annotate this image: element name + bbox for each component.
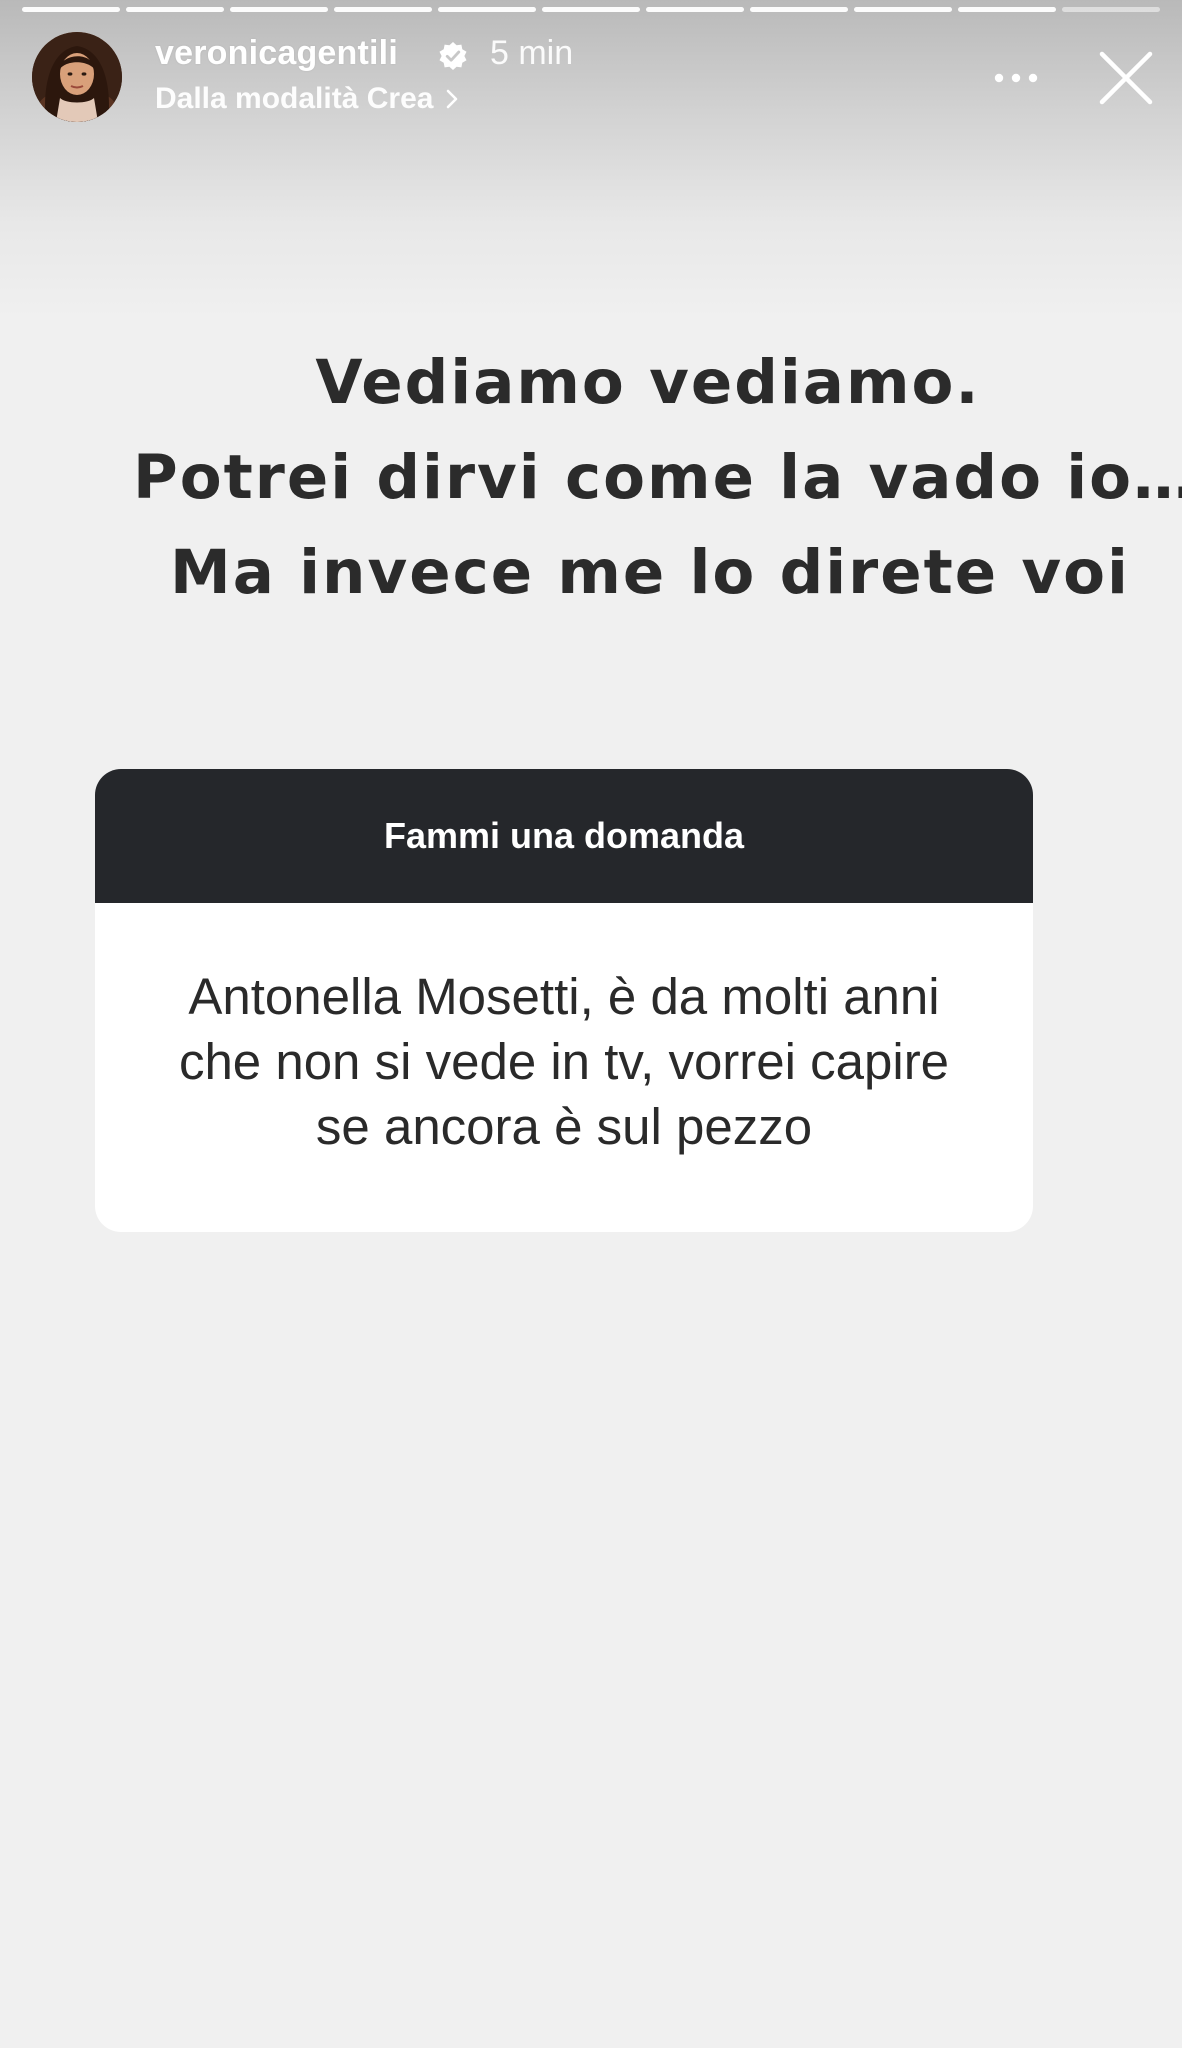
progress-segment <box>126 7 224 12</box>
answer-line: se ancora è sul pezzo <box>315 1098 813 1155</box>
answer-line: che non si vede in tv, vorrei capire <box>178 1033 950 1090</box>
progress-segment <box>958 7 1056 12</box>
close-button[interactable] <box>1096 48 1156 108</box>
avatar[interactable] <box>32 32 122 122</box>
question-sticker-body: Antonella Mosetti, è da molti anni che n… <box>95 903 1033 1232</box>
progress-segment <box>542 7 640 12</box>
question-sticker[interactable]: Fammi una domanda Antonella Mosetti, è d… <box>95 769 1033 1232</box>
progress-segment <box>22 7 120 12</box>
verified-badge-icon <box>439 42 467 70</box>
caption-line: Ma invece me lo direte voi <box>170 537 1130 608</box>
caption-line: Vediamo vediamo. <box>315 347 981 418</box>
progress-segment <box>230 7 328 12</box>
username[interactable]: veronicagentili <box>155 34 398 73</box>
progress-segment <box>1062 7 1160 12</box>
question-answer-text: Antonella Mosetti, è da molti anni che n… <box>179 964 949 1159</box>
story-timestamp: 5 min <box>490 34 574 72</box>
progress-segment <box>646 7 744 12</box>
create-mode-link[interactable]: Dalla modalità Crea <box>155 82 459 116</box>
progress-segment <box>750 7 848 12</box>
more-horizontal-icon <box>994 73 1038 83</box>
create-mode-label: Dalla modalità Crea <box>155 82 434 115</box>
progress-segment <box>854 7 952 12</box>
answer-line: Antonella Mosetti, è da molti anni <box>188 968 940 1025</box>
progress-segment <box>334 7 432 12</box>
close-icon <box>1099 51 1153 105</box>
caption-line: Potrei dirvi come la vado io… <box>133 442 1182 513</box>
chevron-right-icon <box>447 89 458 109</box>
story-progress-bar <box>22 7 1160 12</box>
more-options-button[interactable] <box>990 56 1042 100</box>
question-sticker-title: Fammi una domanda <box>383 815 745 856</box>
story-caption-text: Vediamo vediamo. Potrei dirvi come la va… <box>133 335 1182 620</box>
progress-segment <box>438 7 536 12</box>
question-sticker-header: Fammi una domanda <box>95 769 1033 903</box>
avatar-image <box>32 32 122 122</box>
